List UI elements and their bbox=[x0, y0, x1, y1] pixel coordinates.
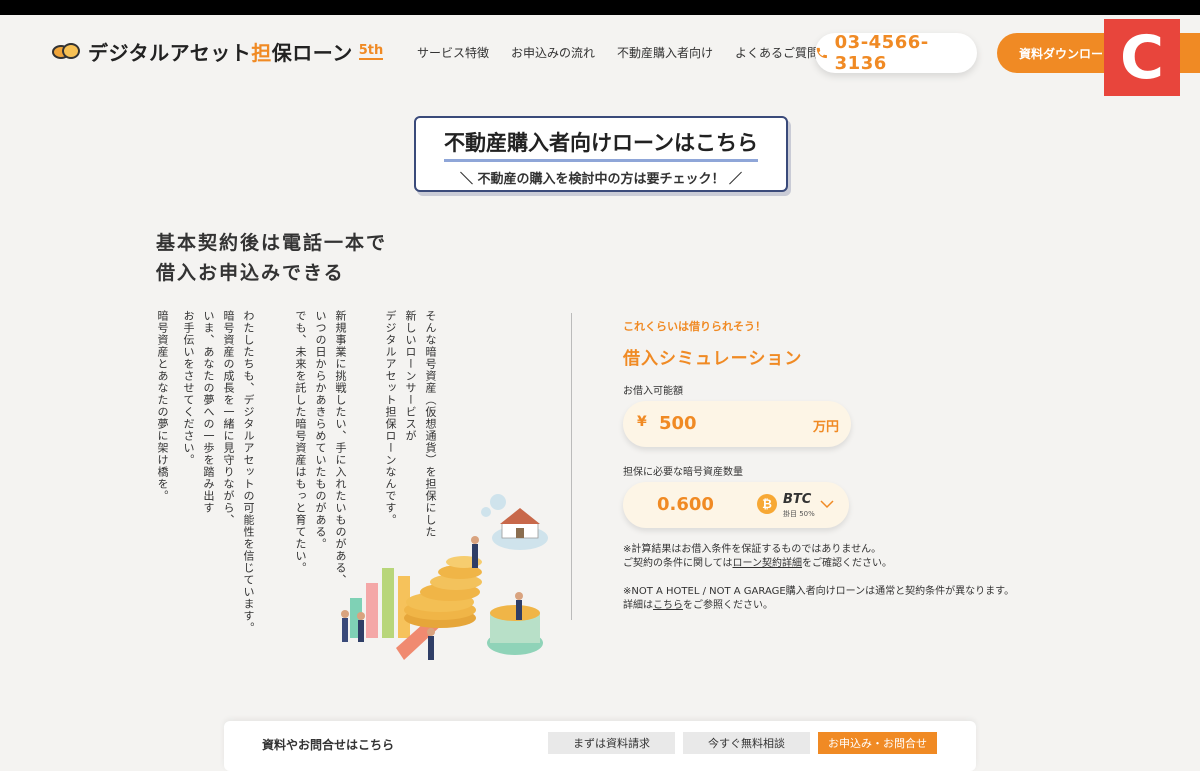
real-estate-banner[interactable]: 不動産購入者向けローンはこちら ＼ 不動産の購入を検討中の方は要チェック！ ／ bbox=[414, 116, 788, 192]
contact-bar-label: 資料やお問合せはこちら bbox=[262, 738, 395, 752]
main-nav: サービス特徴 お申込みの流れ 不動産購入者向け よくあるご質問 bbox=[417, 44, 819, 61]
apply-inquiry-button[interactable]: お申込み・お問合せ bbox=[818, 732, 937, 754]
yen-symbol: ¥ bbox=[637, 414, 647, 430]
logo-text: デジタルアセット担保ローン bbox=[88, 41, 353, 65]
bitcoin-icon: ₿ bbox=[757, 494, 777, 514]
simulation-notes: ※計算結果はお借入条件を保証するものではありません。 ご契約の条件に関してはロー… bbox=[623, 544, 1015, 611]
nav-application-flow[interactable]: お申込みの流れ bbox=[511, 44, 595, 61]
loan-simulation: これくらいは借りられそう！ 借入シミュレーション bbox=[623, 318, 802, 369]
loan-amount-value: 500 bbox=[659, 413, 697, 434]
collateral-amount-value: 0.600 bbox=[657, 494, 714, 515]
loan-contract-details-link[interactable]: ローン契約詳細 bbox=[733, 558, 803, 569]
vertical-divider bbox=[571, 313, 572, 620]
loan-amount-unit: 万円 bbox=[812, 420, 839, 435]
contact-bar: 資料やお問合せはこちら まずは資料請求 今すぐ無料相談 お申込み・お問合せ bbox=[224, 721, 976, 771]
chevron-down-icon[interactable] bbox=[819, 496, 835, 512]
simulation-kicker: これくらいは借りられそう！ bbox=[623, 320, 766, 333]
site-header: デジタルアセット担保ローン 5th サービス特徴 お申込みの流れ 不動産購入者向… bbox=[0, 15, 1200, 90]
loan-amount-label: お借入可能額 bbox=[623, 386, 683, 397]
loan-amount-field[interactable]: ¥ 500 万円 bbox=[623, 401, 851, 447]
phone-button[interactable]: 03-4566-3136 bbox=[815, 32, 977, 74]
coin-logo-icon bbox=[52, 41, 82, 63]
story-paragraph-4: 暗号資産とあなたの夢に架け橋を。 bbox=[156, 310, 169, 502]
banner-title: 不動産購入者向けローンはこちら bbox=[444, 127, 758, 162]
nav-faq[interactable]: よくあるご質問 bbox=[735, 44, 819, 61]
site-logo[interactable]: デジタルアセット担保ローン 5th bbox=[52, 37, 384, 66]
logo-anniversary-badge: 5th bbox=[358, 42, 384, 60]
collateral-label: 担保に必要な暗号資産数量 bbox=[623, 467, 743, 478]
coin-ltv-note: 掛目 50% bbox=[783, 510, 815, 518]
story-paragraph-3: わたしたちも、デジタルアセットの可能性を信じています。 暗号資産の成長を一緒に見守… bbox=[182, 310, 255, 634]
request-docs-button[interactable]: まずは資料請求 bbox=[548, 732, 675, 754]
simulation-title: 借入シミュレーション bbox=[623, 349, 803, 369]
phone-icon bbox=[816, 47, 827, 59]
overlay-c-badge[interactable]: C bbox=[1104, 19, 1180, 96]
browser-top-bar bbox=[0, 0, 1200, 15]
banner-subtitle: ＼ 不動産の購入を検討中の方は要チェック！ ／ bbox=[459, 172, 743, 187]
details-here-link[interactable]: こちら bbox=[653, 600, 683, 611]
coin-name: BTC bbox=[783, 492, 812, 507]
phone-number: 03-4566-3136 bbox=[834, 32, 929, 74]
nav-real-estate-buyers[interactable]: 不動産購入者向け bbox=[617, 44, 713, 61]
nav-service-features[interactable]: サービス特徴 bbox=[417, 44, 489, 61]
coins-people-illustration bbox=[341, 494, 548, 660]
collateral-amount-field[interactable]: 0.600 ₿ BTC 掛目 50% bbox=[623, 482, 849, 528]
free-consult-button[interactable]: 今すぐ無料相談 bbox=[683, 732, 810, 754]
section-headline: 基本契約後は電話一本で 借入お申込みできる bbox=[156, 232, 388, 284]
